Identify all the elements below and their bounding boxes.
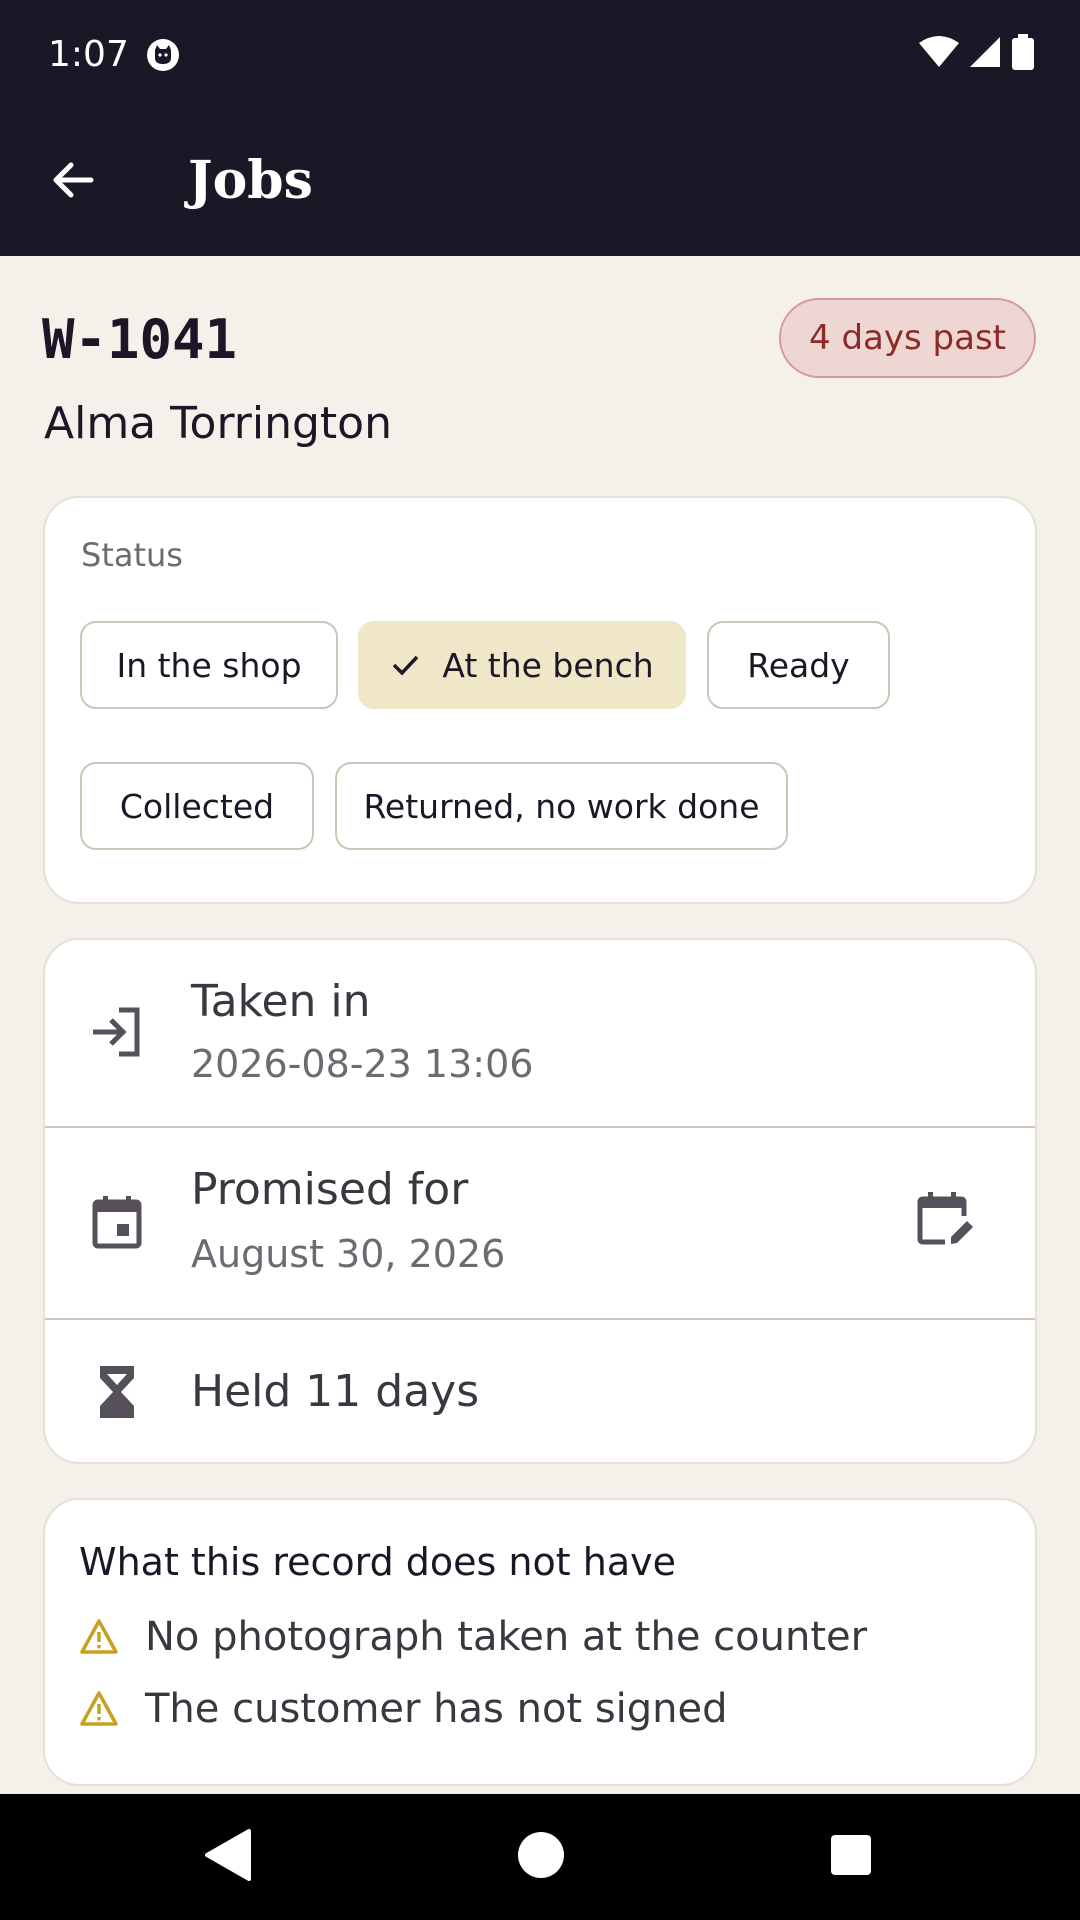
status-chip-at-the-bench[interactable]: At the bench	[358, 621, 686, 709]
back-button[interactable]	[36, 150, 108, 214]
missing-title: What this record does not have	[79, 1540, 676, 1584]
wifi-icon	[918, 35, 960, 74]
home-circle-icon	[515, 1829, 567, 1886]
chip-label: At the bench	[442, 645, 654, 685]
status-card: Status In the shop At the bench Ready Co…	[43, 496, 1037, 904]
promised-value: August 30, 2026	[191, 1232, 506, 1276]
chip-label: In the shop	[116, 645, 302, 685]
recents-square-icon	[828, 1832, 874, 1883]
chip-label: Collected	[119, 786, 275, 826]
status-bar: 1:07	[0, 0, 1080, 110]
check-icon	[390, 650, 420, 680]
chip-label: Returned, no work done	[363, 786, 760, 826]
missing-item-text: The customer has not signed	[145, 1686, 728, 1732]
missing-item: No photograph taken at the counter	[79, 1614, 867, 1660]
status-chip-returned[interactable]: Returned, no work done	[335, 762, 788, 850]
promised-row: Promised for August 30, 2026	[45, 1128, 1035, 1318]
promised-title: Promised for	[191, 1164, 469, 1215]
held-row: Held 11 days	[45, 1320, 1035, 1464]
warning-icon	[79, 1689, 119, 1729]
calendar-icon	[87, 1192, 147, 1252]
status-chip-in-the-shop[interactable]: In the shop	[80, 621, 338, 709]
nav-recents-button[interactable]	[818, 1824, 884, 1890]
dates-card: Taken in 2026-08-23 13:06 Promised for A…	[43, 938, 1037, 1464]
taken-in-value: 2026-08-23 13:06	[191, 1042, 534, 1086]
taken-in-title: Taken in	[191, 976, 371, 1027]
cat-notification-icon	[146, 38, 180, 72]
arrow-left-icon	[49, 157, 95, 208]
status-label: Status	[81, 536, 183, 574]
chip-label: Ready	[747, 645, 850, 685]
status-time: 1:07	[48, 34, 129, 75]
warning-icon	[79, 1617, 119, 1657]
missing-item: The customer has not signed	[79, 1686, 728, 1732]
app-bar: Jobs	[0, 110, 1080, 256]
back-triangle-icon	[201, 1827, 253, 1888]
taken-in-row: Taken in 2026-08-23 13:06	[45, 940, 1035, 1126]
page-title: Jobs	[188, 150, 313, 211]
customer-name: Alma Torrington	[44, 398, 392, 449]
nav-back-button[interactable]	[194, 1824, 260, 1890]
edit-calendar-icon	[915, 1190, 975, 1255]
status-chip-collected[interactable]: Collected	[80, 762, 314, 850]
missing-card: What this record does not have No photog…	[43, 1498, 1037, 1786]
system-nav-bar	[0, 1794, 1080, 1920]
held-title: Held 11 days	[191, 1366, 480, 1417]
login-arrow-icon	[87, 1002, 147, 1062]
status-chip-ready[interactable]: Ready	[707, 621, 890, 709]
overdue-badge: 4 days past	[779, 298, 1036, 378]
missing-item-text: No photograph taken at the counter	[145, 1614, 868, 1660]
status-icons	[918, 33, 1036, 75]
edit-promised-date-button[interactable]	[909, 1186, 981, 1258]
signal-icon	[968, 35, 1002, 74]
job-id: W-1041	[42, 308, 238, 371]
nav-home-button[interactable]	[508, 1824, 574, 1890]
hourglass-icon	[87, 1362, 147, 1422]
battery-icon	[1010, 33, 1036, 75]
